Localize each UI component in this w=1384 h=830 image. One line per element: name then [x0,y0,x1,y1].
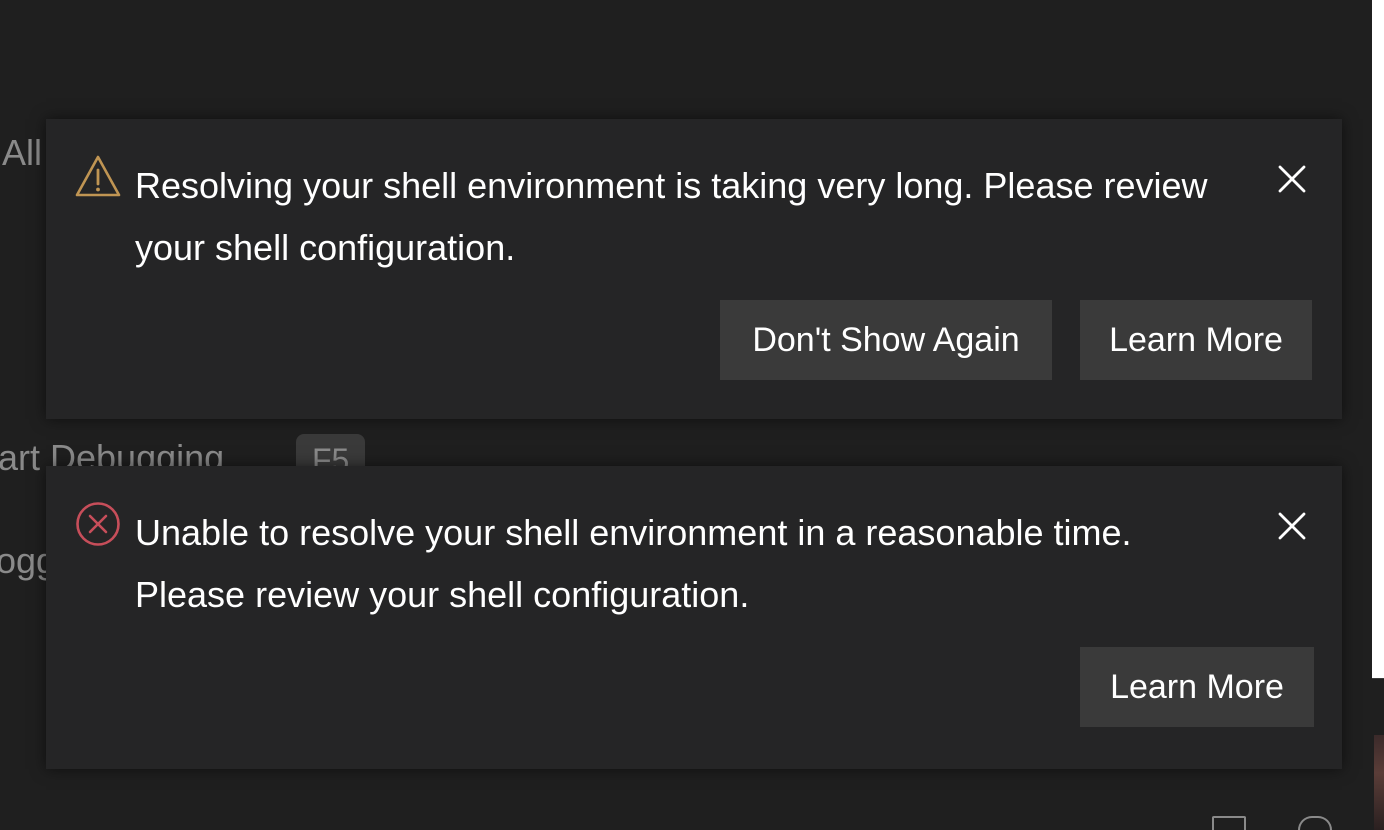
status-bar-remote-icon [1212,816,1246,830]
close-icon[interactable] [1274,508,1310,544]
status-bar-feedback-icon [1298,816,1332,830]
editor-area: All art Debugging F5 ogg Resolving your … [0,0,1384,830]
learn-more-button[interactable]: Learn More [1080,647,1314,727]
error-icon [74,500,122,548]
welcome-fragment-all: All [2,132,43,173]
right-edge-thumbnail [1374,735,1384,830]
notification-toast-warning: Resolving your shell environment is taki… [46,119,1342,419]
notification-toast-error: Unable to resolve your shell environment… [46,466,1342,769]
close-icon[interactable] [1274,161,1310,197]
warning-icon [74,153,122,201]
notification-message: Resolving your shell environment is taki… [135,165,1208,268]
notification-message: Unable to resolve your shell environment… [135,512,1132,615]
learn-more-button[interactable]: Learn More [1080,300,1312,380]
dont-show-again-button[interactable]: Don't Show Again [720,300,1052,380]
